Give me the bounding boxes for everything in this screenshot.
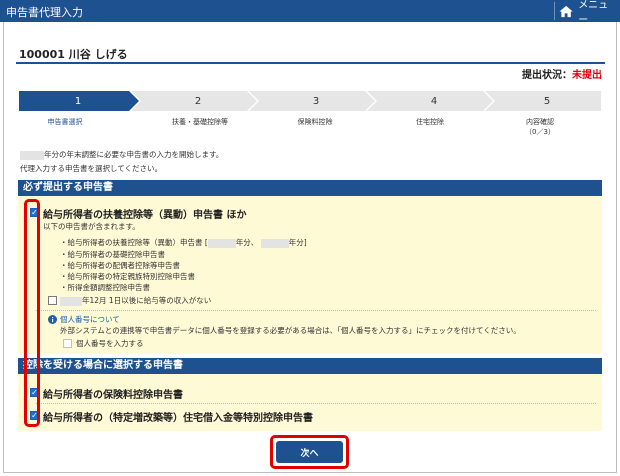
mynumber-description: 外部システムとの連携等で申告書データに個人番号を登録する必要がある場合は、「個人… <box>60 326 521 335</box>
step-3-label: 保険料控除 <box>297 118 333 126</box>
status-value: 未提出 <box>572 70 602 81</box>
mynumber-label: 個人番号を入力する <box>76 339 144 348</box>
required-section-header: 必ず提出する申告書 <box>18 180 602 196</box>
next-button[interactable]: 次へ <box>276 441 343 463</box>
included-form-3: ・給与所得者の配偶者控除等申告書 <box>60 261 180 270</box>
no-income-label: 年12月 1日以後に給与等の収入がない <box>60 295 211 306</box>
intro-line-2: 代理入力する申告書を選択してください。 <box>20 164 163 173</box>
mynumber-checkbox[interactable] <box>63 339 72 348</box>
menu-button[interactable]: メニュー <box>554 0 616 26</box>
step-4: 4 <box>430 95 438 107</box>
step-2-label: 扶養・基礎控除等 <box>172 118 228 126</box>
includes-text: 以下の申告書が含まれます。 <box>43 222 140 231</box>
title-bar: 申告書代理入力 メニュー <box>0 0 620 26</box>
divider <box>36 403 596 404</box>
step-5-label: 内容確認 （0／3） <box>500 117 580 137</box>
step-2: 2 <box>194 95 202 107</box>
dependent-form-title: 給与所得者の扶養控除等（異動）申告書 ほか <box>43 210 247 221</box>
mynumber-link[interactable]: 個人番号について <box>60 314 120 325</box>
year-blank <box>20 150 44 160</box>
included-form-5: ・所得金額調整控除申告書 <box>60 283 150 292</box>
included-form-1: ・給与所得者の扶養控除等（異動）申告書 [年分、 年分] <box>60 238 307 248</box>
insurance-form-title: 給与所得者の保険料控除申告書 <box>43 390 183 401</box>
no-income-checkbox[interactable] <box>48 296 57 305</box>
user-name: 100001 川谷 しげる <box>19 48 128 61</box>
submission-status: 提出状況：未提出 <box>522 66 602 81</box>
home-icon <box>559 5 573 17</box>
included-form-2: ・給与所得者の基礎控除申告書 <box>60 250 165 259</box>
intro-line-1: 年分の年末調整に必要な申告書の入力を開始します。 <box>20 149 223 160</box>
step-1: 1 <box>74 95 82 107</box>
step-5-count: （0／3） <box>525 128 555 136</box>
housing-loan-form-title: 給与所得者の（特定増改築等）住宅借入金等特別控除申告書 <box>43 413 313 424</box>
included-form-4: ・給与所得者の特定親族特別控除申告書 <box>60 272 195 281</box>
step-progress: 1 2 3 4 5 <box>19 91 601 111</box>
divider <box>36 310 596 311</box>
checkbox-highlight <box>24 199 40 427</box>
optional-section-header: 控除を受ける場合に選択する申告書 <box>18 358 602 374</box>
user-underline <box>16 62 605 64</box>
step-5: 5 <box>543 95 551 107</box>
step-1-label: 申告書選択 <box>47 118 83 126</box>
step-5-name: 内容確認 <box>526 118 554 126</box>
step-4-label: 住宅控除 <box>416 118 444 126</box>
page-title: 申告書代理入力 <box>6 6 83 19</box>
step-3: 3 <box>312 95 320 107</box>
info-icon <box>48 315 57 324</box>
status-label: 提出状況： <box>522 70 572 81</box>
